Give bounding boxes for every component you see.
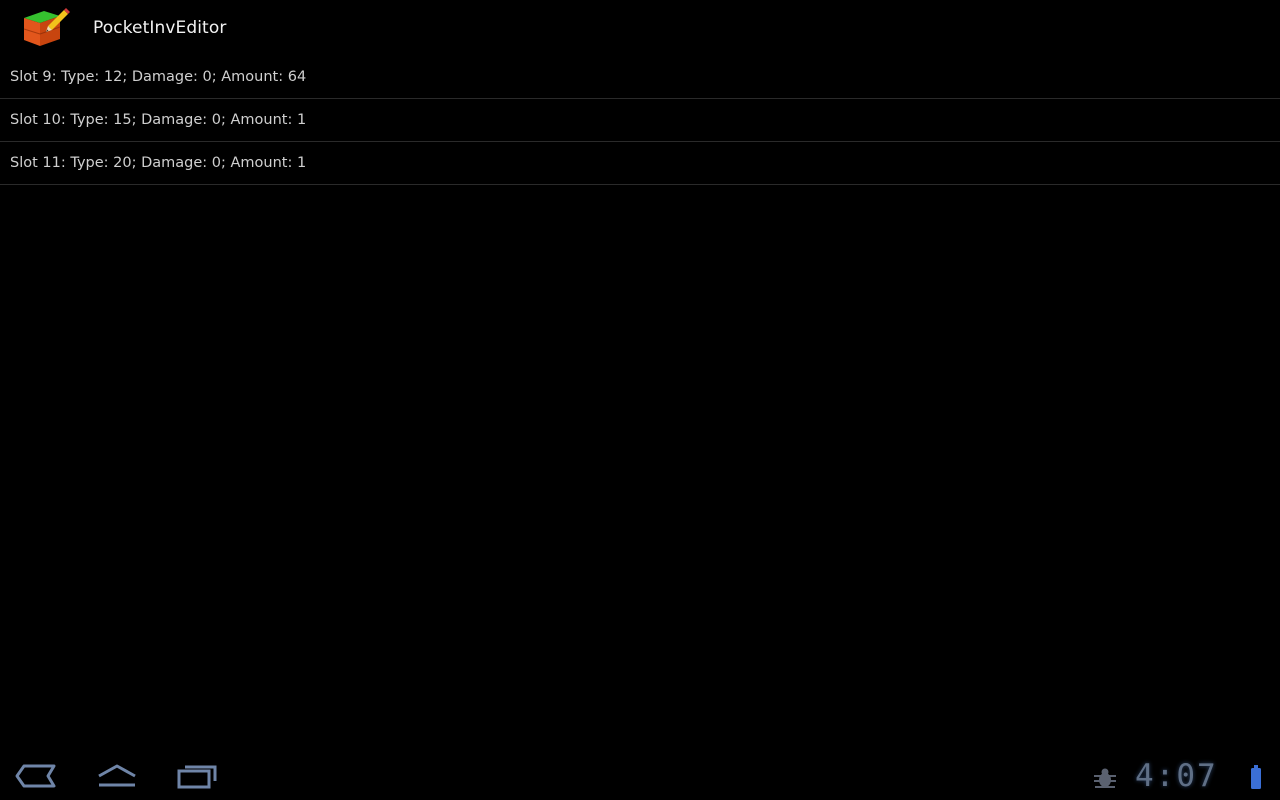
- list-item[interactable]: Slot 9: Type: 12; Damage: 0; Amount: 64: [0, 56, 1280, 99]
- list-item[interactable]: Slot 11: Type: 20; Damage: 0; Amount: 1: [0, 142, 1280, 185]
- list-item[interactable]: Slot 10: Type: 15; Damage: 0; Amount: 1: [0, 99, 1280, 142]
- cube-edit-icon[interactable]: [22, 6, 70, 50]
- back-icon[interactable]: [14, 760, 58, 792]
- home-icon[interactable]: [95, 760, 139, 792]
- debug-icon: [1094, 768, 1116, 788]
- action-bar: PocketInvEditor: [0, 0, 1280, 56]
- clock: 4:07: [1135, 758, 1218, 794]
- app-title: PocketInvEditor: [93, 18, 227, 38]
- inventory-list: Slot 9: Type: 12; Damage: 0; Amount: 64 …: [0, 56, 1280, 185]
- recents-icon[interactable]: [175, 760, 219, 792]
- screen: PocketInvEditor Slot 9: Type: 12; Damage…: [0, 0, 1280, 800]
- battery-icon: [1251, 765, 1261, 789]
- system-bar: 4:07: [0, 752, 1280, 800]
